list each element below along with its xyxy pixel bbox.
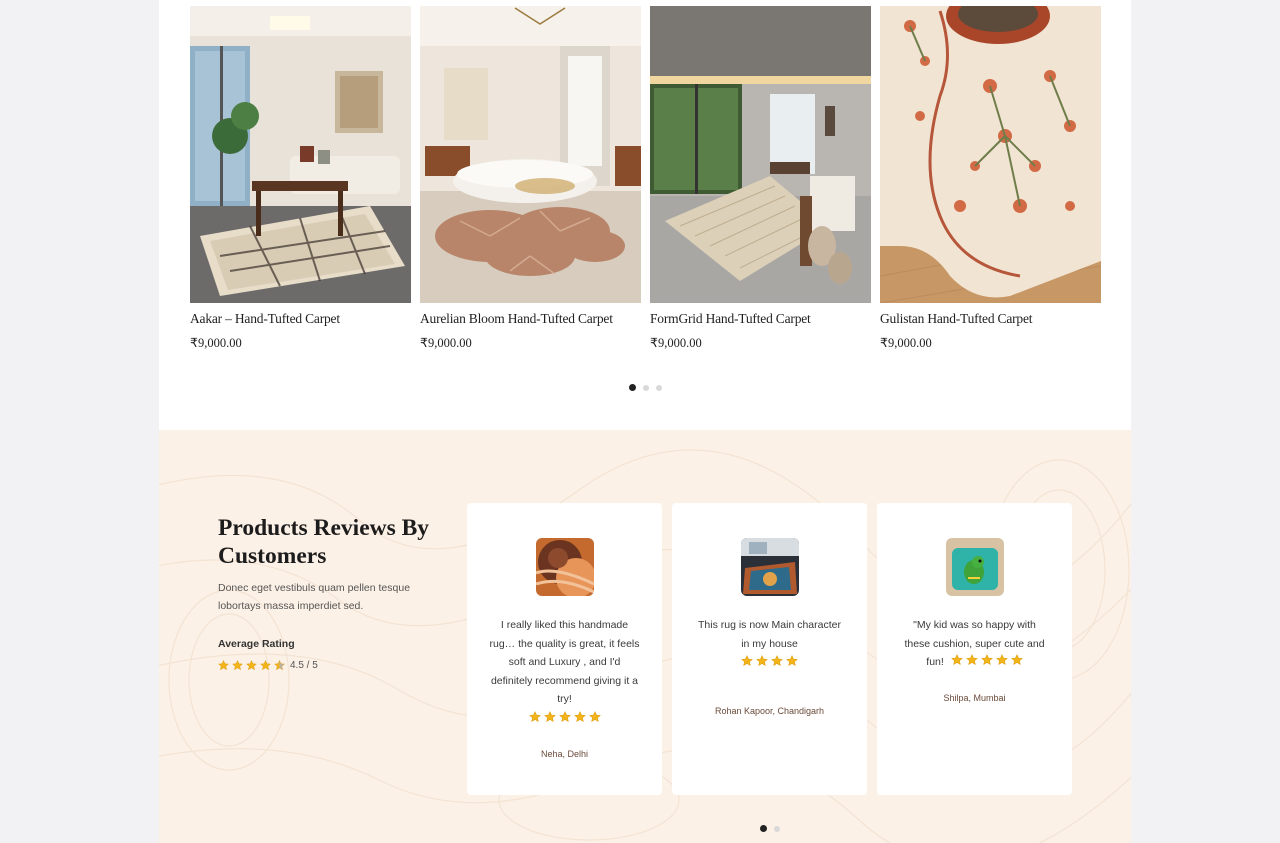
star-icon (573, 710, 586, 722)
review-product-thumbnail (536, 538, 594, 596)
product-name[interactable]: Aakar – Hand-Tufted Carpet (190, 311, 411, 327)
review-product-thumbnail (741, 538, 799, 596)
star-icon (965, 654, 978, 666)
review-author: Rohan Kapoor, Chandigarh (714, 706, 825, 716)
review-stars (489, 710, 640, 723)
star-icon (218, 660, 229, 671)
reviews-section: Products Reviews By Customers Donec eget… (159, 430, 1131, 843)
product-price: ₹9,000.00 (880, 336, 932, 350)
product-card[interactable]: Aakar – Hand-Tufted Carpet ₹9,000.00 (190, 6, 411, 351)
average-rating-value: 4.5 / 5 (290, 660, 318, 671)
review-author: Neha, Delhi (540, 749, 589, 759)
carousel-dot[interactable] (643, 384, 649, 391)
product-card[interactable]: Aurelian Bloom Hand-Tufted Carpet ₹9,000… (420, 6, 641, 351)
review-card: This rug is now Main character in my hou… (672, 503, 867, 795)
star-icon (980, 654, 993, 666)
reviews-title: Products Reviews By Customers (218, 515, 430, 569)
star-icon (950, 654, 963, 666)
review-card: "My kid was so happy with these cushion,… (877, 503, 1072, 795)
product-card[interactable]: Gulistan Hand-Tufted Carpet ₹9,000.00 (880, 6, 1101, 351)
star-icon (260, 660, 271, 671)
star-icon (528, 710, 541, 722)
review-card: I really liked this handmade rug… the qu… (467, 503, 662, 795)
star-icon (756, 655, 768, 667)
carousel-dot[interactable] (629, 384, 636, 391)
star-icon (995, 654, 1008, 666)
page-container: Aakar – Hand-Tufted Carpet ₹9,000.00 Aur… (159, 0, 1131, 843)
star-icon (246, 660, 257, 671)
average-rating: 4.5 / 5 (218, 660, 318, 671)
product-name[interactable]: Aurelian Bloom Hand-Tufted Carpet (420, 311, 641, 327)
product-image[interactable] (650, 6, 871, 303)
star-icon (232, 660, 243, 671)
product-name[interactable]: Gulistan Hand-Tufted Carpet (880, 311, 1101, 327)
review-text-block: "My kid was so happy with these cushion,… (899, 616, 1050, 672)
reviews-carousel-pagination (760, 825, 780, 832)
average-rating-label: Average Rating (218, 638, 295, 650)
product-image[interactable] (880, 6, 1101, 303)
average-rating-stars (218, 660, 285, 671)
carousel-dot[interactable] (774, 825, 780, 832)
product-name[interactable]: FormGrid Hand-Tufted Carpet (650, 311, 871, 327)
review-text: This rug is now Main character in my hou… (698, 619, 841, 650)
star-icon (771, 655, 783, 667)
review-product-thumbnail (946, 538, 1004, 596)
review-stars (950, 654, 1023, 666)
review-stars (694, 655, 845, 667)
star-icon (588, 710, 601, 722)
carousel-dot[interactable] (656, 384, 662, 391)
review-text-block: I really liked this handmade rug… the qu… (489, 616, 640, 723)
star-icon (786, 655, 798, 667)
reviews-subtitle: Donec eget vestibuls quam pellen tesque … (218, 582, 411, 612)
star-icon (543, 710, 556, 722)
product-image[interactable] (190, 6, 411, 303)
carousel-dot[interactable] (760, 825, 767, 832)
product-card[interactable]: FormGrid Hand-Tufted Carpet ₹9,000.00 (650, 6, 871, 351)
product-image[interactable] (420, 6, 641, 303)
review-author: Shilpa, Mumbai (943, 693, 1006, 703)
review-text-block: This rug is now Main character in my hou… (694, 616, 845, 667)
star-icon (558, 710, 571, 722)
star-icon (741, 655, 753, 667)
review-text: I really liked this handmade rug… the qu… (489, 619, 640, 705)
star-icon (1010, 654, 1023, 666)
star-icon (274, 660, 285, 671)
product-price: ₹9,000.00 (420, 336, 472, 350)
product-carousel-pagination (629, 384, 662, 391)
product-carousel: Aakar – Hand-Tufted Carpet ₹9,000.00 Aur… (159, 0, 1131, 430)
product-price: ₹9,000.00 (190, 336, 242, 350)
product-price: ₹9,000.00 (650, 336, 702, 350)
